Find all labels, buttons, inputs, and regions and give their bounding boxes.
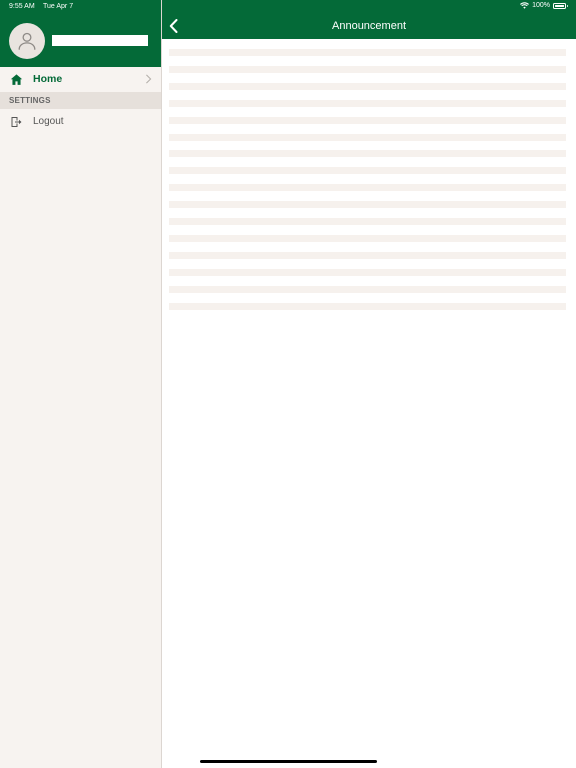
status-right: 100%: [520, 2, 568, 9]
placeholder-row: [169, 285, 566, 293]
section-header-settings: SETTINGS: [0, 92, 161, 109]
sidebar-item-home[interactable]: Home: [0, 67, 161, 92]
avatar[interactable]: [9, 23, 45, 59]
placeholder-row: [169, 184, 566, 192]
home-indicator: [200, 760, 377, 763]
wifi-icon: [520, 2, 530, 9]
sidebar: Home SETTINGS Logout: [0, 0, 162, 768]
placeholder-row: [169, 234, 566, 242]
placeholder-row: [169, 65, 566, 73]
user-icon: [18, 32, 36, 50]
status-date: Tue Apr 7: [43, 3, 74, 10]
sidebar-item-logout[interactable]: Logout: [0, 111, 161, 133]
logout-icon: [11, 117, 22, 127]
battery-fill: [555, 4, 564, 7]
username-redacted: [52, 35, 148, 46]
placeholder-row: [169, 82, 566, 90]
placeholder-row: [169, 116, 566, 124]
placeholder-row: [169, 49, 566, 56]
placeholder-row: [169, 268, 566, 276]
page-title: Announcement: [332, 20, 406, 32]
status-time: 9:55 AM: [9, 3, 35, 10]
battery-icon: [553, 2, 568, 9]
placeholder-row: [169, 201, 566, 209]
navigation-bar: Announcement: [162, 13, 576, 39]
section-label: SETTINGS: [9, 96, 51, 105]
placeholder-row: [169, 99, 566, 107]
status-bar: 9:55 AM Tue Apr 7 100%: [0, 0, 576, 13]
placeholder-row: [169, 218, 566, 225]
placeholder-row: [169, 167, 566, 175]
chevron-right-icon: [146, 74, 152, 84]
placeholder-row: [169, 133, 566, 141]
placeholder-row: [169, 302, 566, 310]
sidebar-item-label: Home: [33, 73, 63, 85]
placeholder-row: [169, 251, 566, 259]
sidebar-item-label: Logout: [33, 116, 64, 127]
home-icon: [10, 74, 23, 85]
battery-percent: 100%: [532, 2, 550, 9]
placeholder-row: [169, 150, 566, 158]
